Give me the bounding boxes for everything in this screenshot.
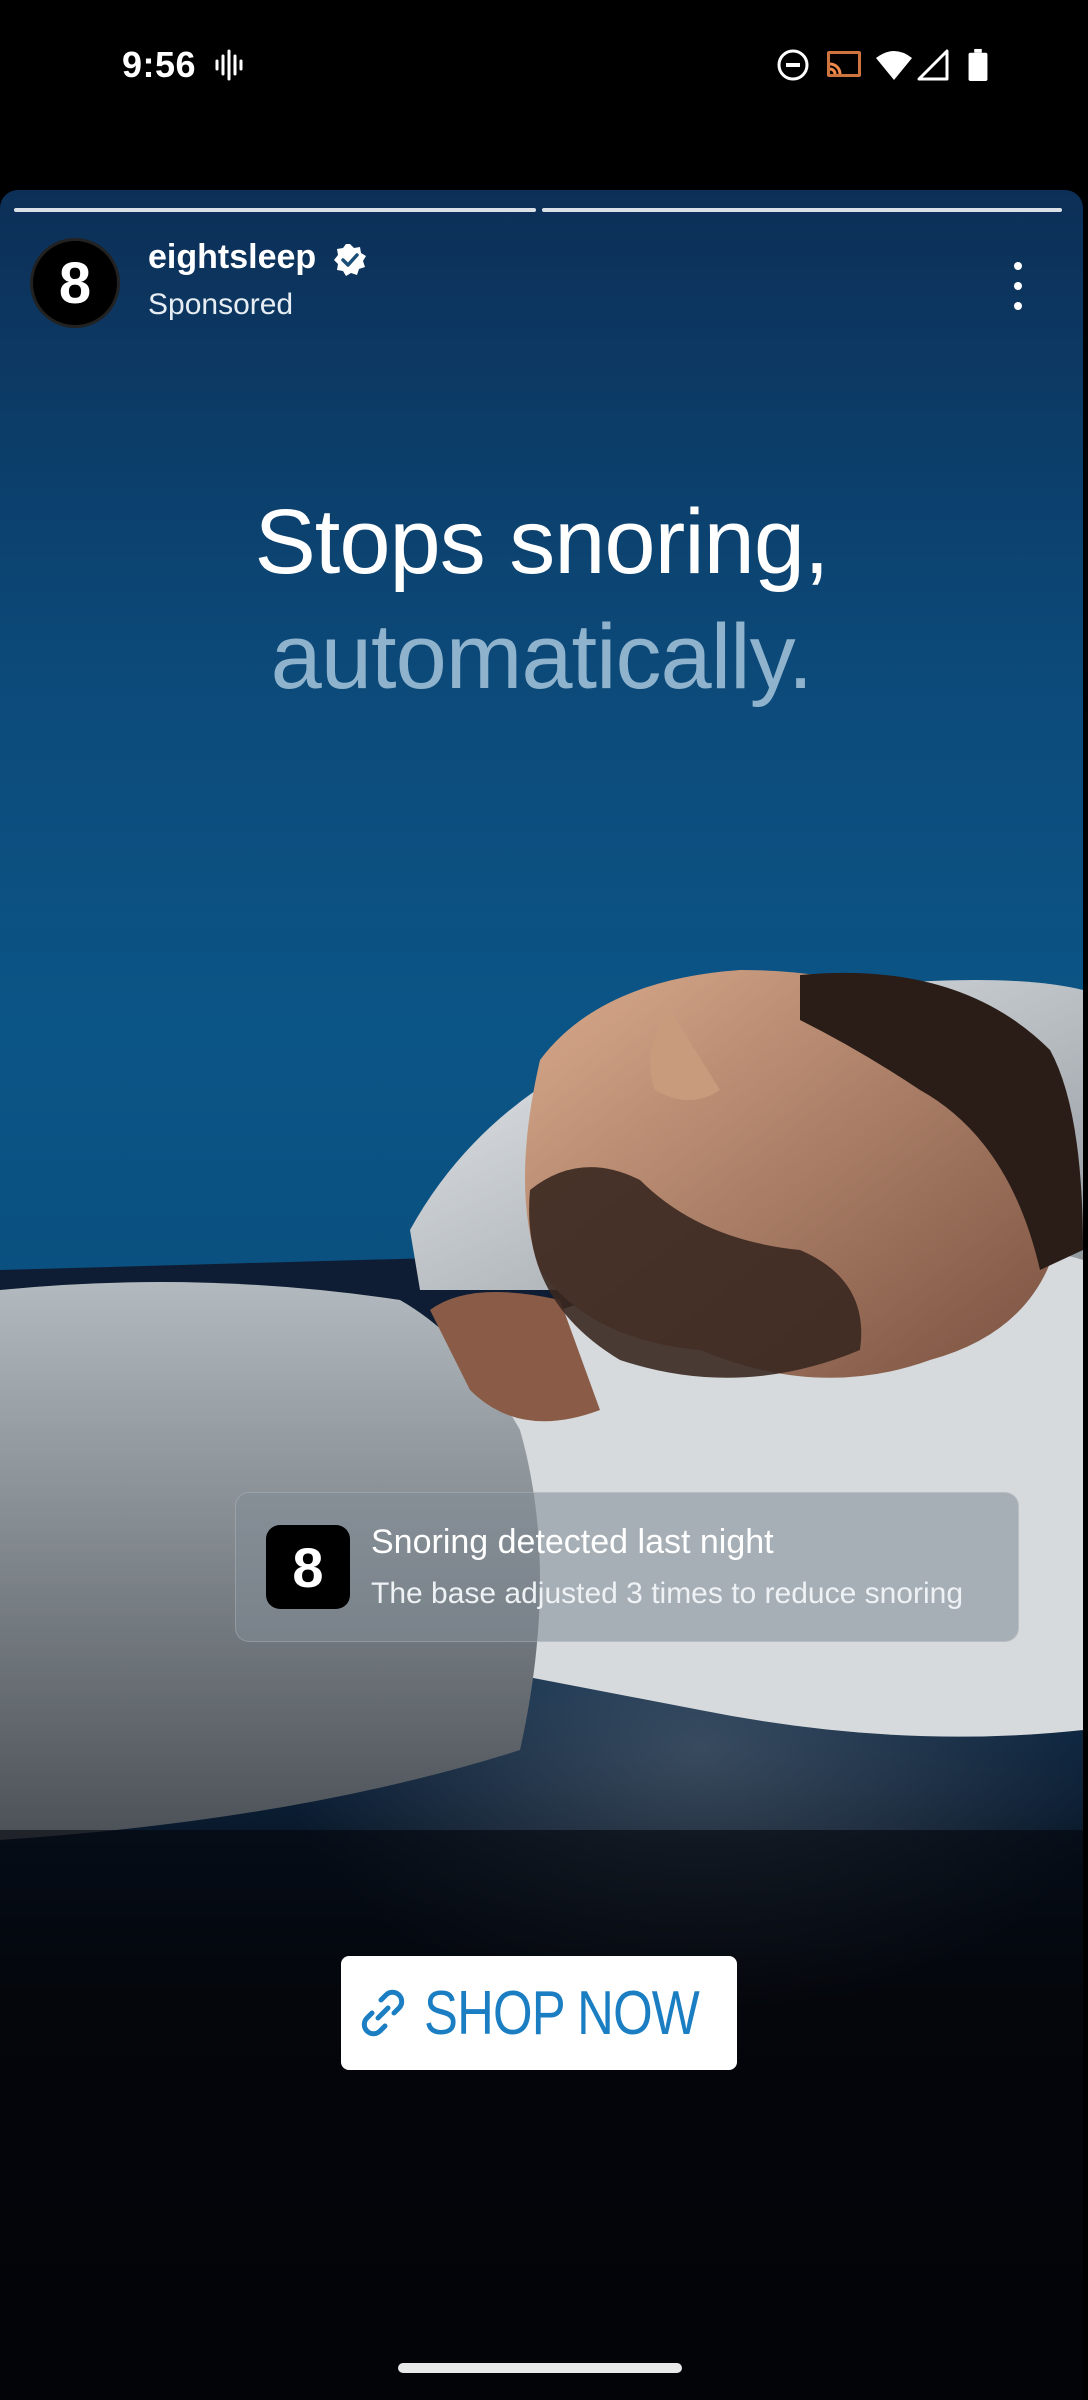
sponsored-label: Sponsored	[148, 288, 294, 321]
do-not-disturb-icon	[777, 49, 809, 81]
verified-badge-icon	[334, 244, 366, 276]
status-bar: 9:56	[0, 0, 1088, 135]
shop-now-label: SHOP NOW	[424, 1978, 700, 2048]
more-options-icon[interactable]	[1000, 258, 1036, 314]
voicemail-icon	[215, 49, 243, 81]
account-name[interactable]: eightsleep	[148, 238, 316, 277]
shop-now-button[interactable]: SHOP NOW	[341, 1956, 737, 2070]
story-progress-segment-2	[542, 208, 1062, 212]
notification-body: The base adjusted 3 times to reduce snor…	[371, 1577, 964, 1610]
signal-icon	[917, 49, 949, 81]
cast-icon	[827, 51, 861, 77]
link-icon	[361, 1989, 405, 2037]
notification-title: Snoring detected last night	[371, 1523, 774, 1561]
account-avatar[interactable]: 8	[30, 238, 120, 328]
wifi-icon	[876, 51, 912, 80]
snoring-notification-card: 8 Snoring detected last night The base a…	[235, 1492, 1019, 1642]
story-progress-segment-1	[14, 208, 536, 212]
ad-headline-line-1: Stops snoring,	[254, 491, 829, 593]
ad-headline-line-2: automatically.	[270, 606, 814, 708]
home-gesture-bar[interactable]	[398, 2363, 682, 2373]
battery-icon	[968, 48, 988, 82]
status-time: 9:56	[122, 44, 197, 85]
story-card[interactable]: 8 eightsleep Sponsored Stops snoring, au…	[0, 190, 1083, 2400]
eightsleep-app-icon: 8	[266, 1525, 350, 1609]
